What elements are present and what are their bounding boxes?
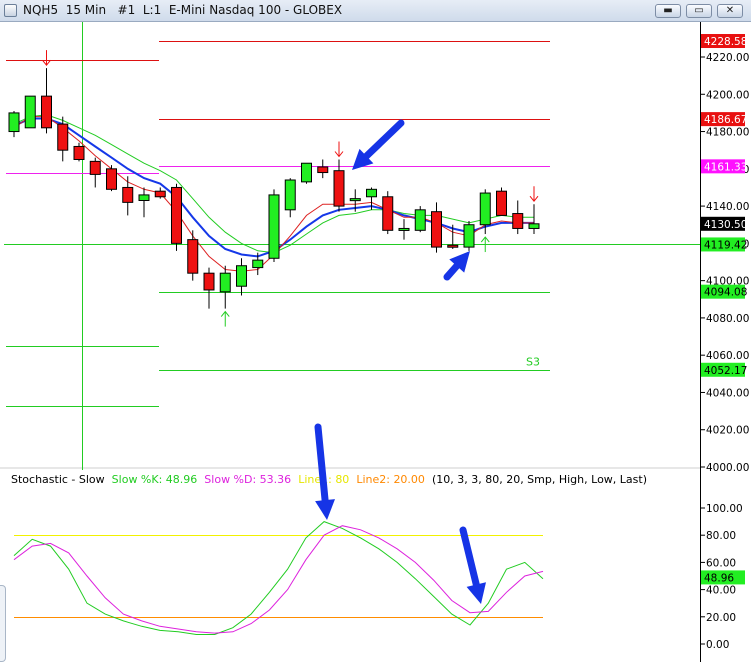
maximize-button[interactable]: ▭ — [686, 4, 712, 18]
candle-body — [301, 162, 312, 183]
candle-body — [236, 265, 247, 287]
candle-body — [398, 227, 410, 231]
stochastic-axis-label: 0.00 — [706, 639, 729, 651]
candle-body — [512, 213, 524, 229]
candle-body — [57, 123, 69, 151]
stochastic-axis-label: 80.00 — [706, 530, 736, 542]
candle-body — [171, 186, 182, 244]
candle-body — [138, 194, 150, 201]
candle-body — [268, 194, 280, 259]
stochastic-legend-item: (10, 3, 3, 80, 20, Smp, High, Low, Last) — [432, 473, 647, 486]
candle-body — [203, 272, 215, 291]
candle-body — [431, 211, 442, 248]
candle-body — [89, 160, 101, 175]
minimize-button[interactable]: ▬ — [655, 4, 681, 18]
candle-body — [414, 209, 426, 231]
window-title-bar: NQH5 15 Min #1 L:1 E-Mini Nasdaq 100 - G… — [0, 0, 751, 22]
price-marker-label: 4161.33 — [704, 161, 747, 173]
price-axis-label: 4060.00 — [706, 350, 749, 362]
price-axis-label: 4020.00 — [706, 425, 749, 437]
stochastic-legend-item: Slow %D: 53.36 — [204, 473, 291, 486]
candle-body — [41, 95, 52, 129]
price-axis-label: 4000.00 — [706, 462, 749, 474]
candle-body — [284, 179, 296, 211]
price-axis-label: 4220.00 — [706, 52, 749, 64]
side-panel-tab[interactable] — [0, 585, 6, 662]
stochastic-axis-label: 100.00 — [706, 503, 743, 515]
candle-body — [73, 145, 85, 160]
candle-body — [447, 244, 459, 248]
chart-background — [0, 22, 751, 662]
level-label: S3 — [526, 356, 540, 369]
candle-body — [496, 190, 507, 216]
candle-body — [122, 186, 134, 203]
stochastic-legend-item: Line2: 20.00 — [356, 473, 425, 486]
stochastic-axis-label: 20.00 — [706, 612, 736, 624]
candle-body — [8, 112, 20, 133]
candle-body — [219, 272, 231, 293]
candle-body — [317, 166, 329, 174]
candle-body — [382, 196, 394, 231]
stochastic-legend-item: Stochastic - Slow — [11, 473, 105, 486]
candle-body — [333, 170, 345, 207]
price-marker-label: 4228.58 — [704, 36, 747, 48]
price-axis-label: 4040.00 — [706, 387, 749, 399]
stochastic-axis-label: 60.00 — [706, 557, 736, 569]
window-title: NQH5 15 Min #1 L:1 E-Mini Nasdaq 100 - G… — [23, 3, 343, 17]
candle-body — [106, 168, 117, 190]
price-marker-label: 4186.67 — [704, 114, 747, 126]
candle-body — [154, 190, 166, 198]
candle-body — [479, 192, 491, 226]
maximize-icon: ▭ — [694, 5, 704, 16]
close-icon: ✕ — [725, 5, 735, 16]
price-marker-label: 4119.42 — [704, 239, 747, 251]
chart-window-icon — [4, 4, 17, 17]
price-axis-label: 4200.00 — [706, 89, 749, 101]
candle-body — [349, 198, 361, 202]
price-marker-label: 4052.17 — [704, 365, 747, 377]
stochastic-marker-label: 48.96 — [704, 572, 734, 584]
chart-area[interactable]: S34220.004200.004180.004160.004140.00412… — [0, 22, 751, 662]
minimize-icon: ▬ — [663, 5, 673, 16]
candle-body — [366, 188, 377, 198]
candle-body — [463, 224, 475, 248]
price-axis-label: 4180.00 — [706, 127, 749, 139]
candle-body — [187, 239, 199, 274]
stochastic-axis-label: 40.00 — [706, 585, 736, 597]
price-marker-label: 4130.50 — [704, 219, 747, 231]
stochastic-legend-item: Slow %K: 48.96 — [112, 473, 198, 486]
price-marker-label: 4094.08 — [704, 287, 747, 299]
close-button[interactable]: ✕ — [717, 4, 743, 18]
candle-body — [24, 95, 36, 129]
price-axis-label: 4080.00 — [706, 313, 749, 325]
price-axis-label: 4140.00 — [706, 201, 749, 213]
candle-body — [528, 223, 540, 229]
candle-body — [252, 259, 264, 269]
